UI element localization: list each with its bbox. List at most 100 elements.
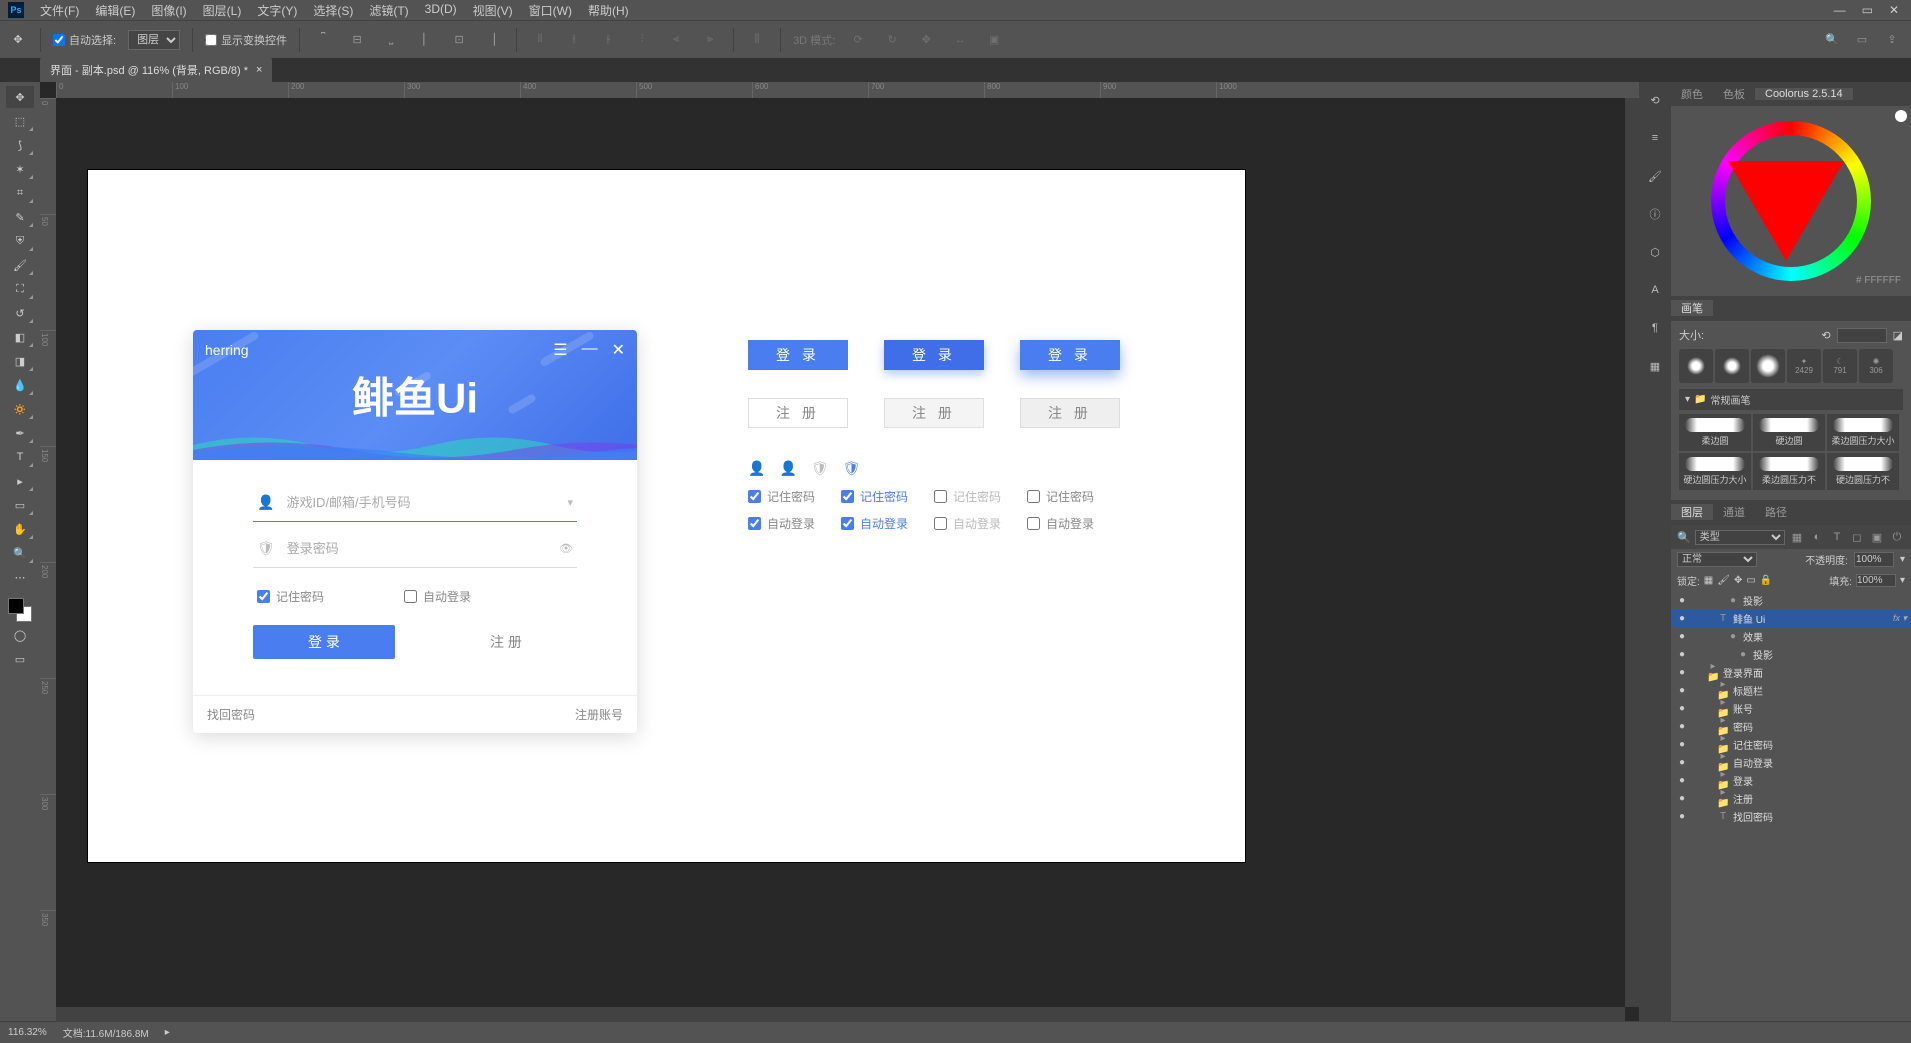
align-hcenter-icon[interactable]: ⊡ [448,29,470,51]
align-vcenter-icon[interactable]: ⊟ [346,29,368,51]
brush-item[interactable]: 柔边圆压力不 [1753,453,1825,490]
brush-item[interactable]: 硬边圆压力大小 [1679,453,1751,490]
visibility-icon[interactable]: ● [1675,739,1689,750]
menu-编辑(E)[interactable]: 编辑(E) [87,2,143,19]
layer-item[interactable]: ●T鲱鱼 Uifx ▾ [1671,609,1911,627]
shape-tool[interactable]: ▭ [6,494,34,516]
blend-mode-select[interactable]: 正常 [1677,552,1757,567]
login-variant-2[interactable]: 登 录 [884,340,984,370]
brush-preview-6[interactable]: ✺306 [1859,349,1893,383]
register-link[interactable]: 注册账号 [575,706,623,723]
properties-panel-icon[interactable]: ≡ [1645,128,1665,148]
layer-item[interactable]: ●▸📁记住密码 [1671,735,1911,753]
visibility-icon[interactable]: ● [1675,721,1689,732]
stamp-tool[interactable]: ⛶ [6,278,34,300]
move-tool[interactable]: ✥ [6,86,34,108]
remember-off-1[interactable]: 记住密码 [934,488,1001,505]
brush-item[interactable]: 硬边圆压力不 [1827,453,1899,490]
align-right-icon[interactable]: ⎥ [482,29,504,51]
layers-tab[interactable]: 图层 [1671,504,1713,520]
menu-帮助(H)[interactable]: 帮助(H) [580,2,637,19]
3d-panel-icon[interactable]: ⬡ [1645,242,1665,262]
color-wheel[interactable] [1711,121,1871,281]
opacity-chevron-icon[interactable]: ▾ [1900,554,1905,565]
layer-item[interactable]: ●▸📁注册 [1671,789,1911,807]
visibility-icon[interactable]: ● [1675,757,1689,768]
register-variant-3[interactable]: 注 册 [1020,398,1120,428]
hex-value[interactable]: # FFFFFF [1856,275,1901,286]
swatch-tab[interactable]: 色板 [1713,86,1755,102]
heal-tool[interactable]: ⛨ [6,230,34,252]
show-transform-checkbox[interactable]: 显示变换控件 [205,32,287,48]
opacity-input[interactable] [1854,552,1894,567]
auto-select-target[interactable]: 图层 [128,30,180,50]
horizontal-ruler[interactable]: 01002003004005006007008009001000 [56,82,1639,98]
menu-图像(I)[interactable]: 图像(I) [143,2,194,19]
color-tab[interactable]: 颜色 [1671,86,1713,102]
coolorus-panel[interactable]: # FFFFFF [1671,106,1911,296]
layer-item[interactable]: ●▸📁账号 [1671,699,1911,717]
quick-mask-tool[interactable]: ◯ [6,624,34,646]
dodge-tool[interactable]: 🔅 [6,398,34,420]
filter-smart-icon[interactable]: ▣ [1869,529,1885,545]
eyedropper-tool[interactable]: ✎ [6,206,34,228]
search-icon[interactable]: 🔍 [1821,29,1843,51]
id-input[interactable] [286,495,555,510]
info-panel-icon[interactable]: ⓘ [1645,204,1665,224]
document-tab-close-icon[interactable]: × [256,64,262,76]
brush-item[interactable]: 柔边圆 [1679,414,1751,451]
menu-选择(S)[interactable]: 选择(S) [305,2,361,19]
paragraph-panel-icon[interactable]: ¶ [1645,318,1665,338]
visibility-icon[interactable]: ● [1675,667,1689,678]
forgot-link[interactable]: 找回密码 [207,706,255,723]
layer-item[interactable]: ●T找回密码 [1671,807,1911,825]
magic-wand-tool[interactable]: ✶ [6,158,34,180]
login-button[interactable]: 登 录 [253,625,395,659]
zoom-tool[interactable]: 🔍 [6,542,34,564]
login-variant-3[interactable]: 登 录 [1020,340,1120,370]
layer-item[interactable]: ●●投影 [1671,591,1911,609]
brush-preview-4[interactable]: ✦2429 [1787,349,1821,383]
brush-panel-icon[interactable]: 🖌 [1645,166,1665,186]
menu-文字(Y)[interactable]: 文字(Y) [249,2,305,19]
auto-on-1[interactable]: 自动登录 [748,515,815,532]
document-tab[interactable]: 界面 - 副本.psd @ 116% (背景, RGB/8) * × [40,58,272,82]
coolorus-tab[interactable]: Coolorus 2.5.14 [1755,88,1853,100]
lock-all-icon[interactable]: 🔒 [1760,575,1772,586]
layer-item[interactable]: ●▸📁登录界面 [1671,663,1911,681]
auto-login-checkbox[interactable]: 自动登录 [404,588,471,605]
login-close-icon[interactable]: ✕ [612,340,625,360]
lock-position-icon[interactable]: ✥ [1734,575,1742,586]
align-bottom-icon[interactable]: ⎵ [380,29,402,51]
close-icon[interactable]: ✕ [1889,3,1899,17]
login-minimize-icon[interactable]: — [582,340,598,360]
character-panel-icon[interactable]: A [1645,280,1665,300]
menu-滤镜(T)[interactable]: 滤镜(T) [361,2,416,19]
brush-preview-2[interactable] [1715,349,1749,383]
color-swatch[interactable] [8,598,32,622]
layer-item[interactable]: ●▸📁标题栏 [1671,681,1911,699]
doc-info[interactable]: 文档:11.6M/186.8M [63,1025,149,1040]
login-variant-1[interactable]: 登 录 [748,340,848,370]
visibility-icon[interactable]: ● [1675,703,1689,714]
remember-on-1[interactable]: 记住密码 [748,488,815,505]
register-variant-2[interactable]: 注 册 [884,398,984,428]
filter-search-icon[interactable]: 🔍 [1677,531,1691,544]
brush-item[interactable]: 柔边圆压力大小 [1827,414,1899,451]
edit-toolbar[interactable]: ⋯ [6,566,34,588]
pen-tool[interactable]: ✒ [6,422,34,444]
zoom-level[interactable]: 116.32% [8,1027,47,1038]
pwd-input[interactable] [287,541,547,556]
fill-chevron-icon[interactable]: ▾ [1900,575,1905,586]
filter-shape-icon[interactable]: ◻ [1849,529,1865,545]
styles-panel-icon[interactable]: ▦ [1645,356,1665,376]
crop-tool[interactable]: ⌗ [6,182,34,204]
visibility-icon[interactable]: ● [1675,595,1689,606]
vertical-scrollbar[interactable] [1625,98,1639,1007]
layer-item[interactable]: ●▸📁登录 [1671,771,1911,789]
brush-group-header[interactable]: ▾ 📁 常规画笔 [1679,389,1903,410]
eye-icon[interactable]: 👁 [559,542,573,555]
auto-off-1[interactable]: 自动登录 [934,515,1001,532]
layer-item[interactable]: ●▸📁自动登录 [1671,753,1911,771]
visibility-icon[interactable]: ● [1675,685,1689,696]
